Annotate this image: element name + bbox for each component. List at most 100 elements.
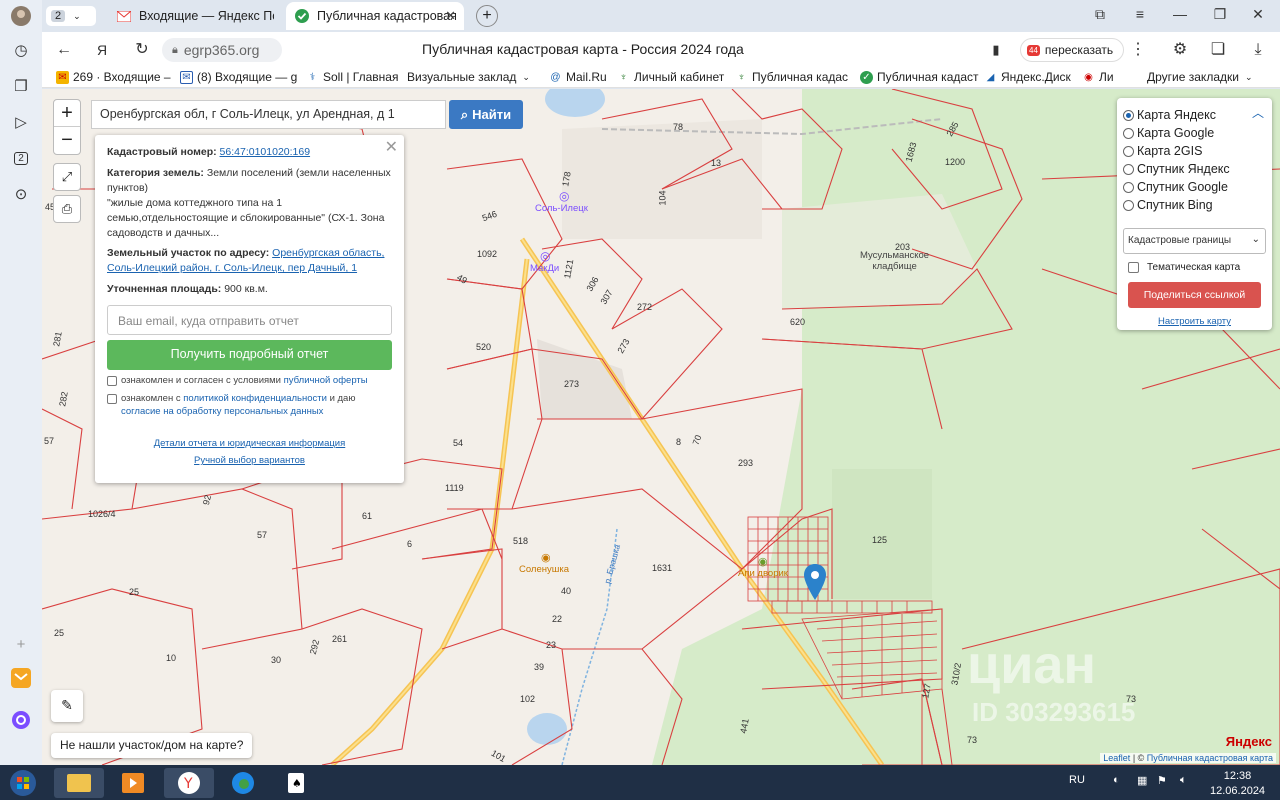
history-icon[interactable]: ◷: [9, 38, 33, 62]
privacy-checkbox[interactable]: [107, 393, 117, 404]
flag-icon[interactable]: ⚑: [1157, 774, 1167, 787]
details-link[interactable]: Детали отчета и юридическая информация: [154, 438, 346, 449]
get-report-button[interactable]: Получить подробный отчет: [107, 340, 392, 371]
cadastral-map-link[interactable]: Публичная кадастровая карта: [1147, 753, 1273, 763]
leaflet-link[interactable]: Leaflet: [1103, 753, 1130, 763]
other-bookmarks[interactable]: Другие закладки ⌄: [1147, 70, 1253, 84]
privacy-link[interactable]: политикой конфиденциальности: [183, 393, 327, 404]
layer-option-google-map[interactable]: Карта Google: [1123, 124, 1266, 142]
yandex-browser-icon[interactable]: Y: [164, 768, 214, 798]
close-tab-icon[interactable]: ✕: [445, 8, 456, 24]
poi-solenushka[interactable]: ◉ Соленушка: [519, 551, 569, 575]
address-search-input[interactable]: Оренбургская обл, г Соль-Илецк, ул Аренд…: [91, 100, 446, 129]
offer-checkbox[interactable]: [107, 376, 117, 387]
ruler-icon[interactable]: ✎: [51, 690, 83, 722]
tabs-count-icon[interactable]: 2: [9, 146, 33, 170]
personal-data-link[interactable]: согласие на обработку персональных данны…: [121, 406, 323, 417]
layer-option-yandex-map[interactable]: Карта Яндекс: [1123, 106, 1266, 124]
fullscreen-icon[interactable]: ⤢: [53, 163, 81, 191]
bookmark-icon[interactable]: ▮: [986, 40, 1006, 60]
cadastral-number-link[interactable]: 56:47:0101020:169: [220, 146, 311, 158]
bookmark-item[interactable]: ✉ 269 · Входящие –: [56, 70, 171, 84]
url-field[interactable]: 🔒︎ egrp365.org: [162, 38, 282, 62]
extension-icon[interactable]: ⚙: [1170, 40, 1190, 60]
layer-option-2gis-map[interactable]: Карта 2GIS: [1123, 142, 1266, 160]
minimize-icon[interactable]: —: [1170, 6, 1190, 22]
manual-selection-link[interactable]: Ручной выбор вариантов: [194, 455, 305, 466]
bookmark-item[interactable]: Визуальные заклад ⌄: [407, 70, 530, 84]
bookmark-item[interactable]: ⚕ Soll | Главная: [306, 70, 399, 84]
layer-label: Карта 2GIS: [1137, 144, 1203, 158]
find-button[interactable]: ⌕ Найти: [449, 100, 523, 129]
email-input[interactable]: Ваш email, куда отправить отчет: [107, 305, 392, 336]
tab-cadastral[interactable]: Публичная кадастровая ✕: [286, 2, 464, 30]
layer-option-bing-satellite[interactable]: Спутник Bing: [1123, 196, 1266, 214]
volume-icon[interactable]: 🔈︎: [1180, 774, 1187, 787]
poi-sol-iletsk[interactable]: ◎ Соль-Илецк: [535, 189, 588, 214]
edge-icon[interactable]: [218, 768, 268, 798]
clock[interactable]: 12:38 12.06.2024: [1210, 769, 1265, 799]
offer-link[interactable]: публичной оферты: [284, 375, 368, 386]
start-button-icon[interactable]: [0, 768, 46, 798]
bookmark-item[interactable]: ◢ Яндекс.Диск: [984, 70, 1071, 84]
poi-mak[interactable]: ◎ МакДи: [530, 249, 559, 274]
bookmark-item[interactable]: @ Mail.Ru: [549, 70, 606, 84]
zoom-out-button[interactable]: −: [54, 127, 80, 154]
play-icon[interactable]: ▷: [9, 110, 33, 134]
yandex-icon[interactable]: Я: [92, 40, 112, 60]
more-icon[interactable]: ⋮: [1128, 40, 1148, 60]
back-icon[interactable]: ←: [54, 40, 74, 60]
language-indicator[interactable]: RU: [1069, 774, 1085, 786]
print-icon[interactable]: ⎙: [53, 195, 81, 223]
poi-api[interactable]: ◉ Апи дворик: [738, 555, 788, 579]
alice-icon[interactable]: [9, 708, 33, 732]
bookmark-item[interactable]: ♆ Публичная кадас: [735, 70, 848, 84]
configure-map-link[interactable]: Настроить карту: [1123, 316, 1266, 327]
new-tab-button[interactable]: +: [476, 5, 498, 27]
solitaire-icon[interactable]: ♠: [272, 768, 322, 798]
mail-app-icon[interactable]: [9, 666, 33, 690]
bookmark-item[interactable]: ♆ Личный кабинет: [617, 70, 725, 84]
reload-icon[interactable]: ↻: [132, 40, 152, 60]
collections-button-icon[interactable]: ❏: [1208, 40, 1228, 60]
zoom-in-button[interactable]: +: [54, 100, 80, 127]
close-window-icon[interactable]: ✕: [1248, 6, 1268, 23]
poi-cemetery[interactable]: Мусульманское кладбище: [860, 241, 929, 272]
map-canvas[interactable]: 78 13 104 178 546 1092 49 1121 306 307 2…: [42, 89, 1280, 765]
profile-avatar[interactable]: [9, 4, 33, 28]
menu-icon[interactable]: ≡: [1130, 6, 1150, 22]
chevron-up-icon[interactable]: ︿: [1252, 104, 1264, 121]
edge-tray-icon[interactable]: ◐: [1113, 774, 1120, 786]
close-icon[interactable]: ✕: [385, 137, 398, 160]
chevron-down-icon: ⌄: [73, 10, 81, 21]
overlay-select[interactable]: Кадастровые границы ⌄: [1123, 228, 1266, 254]
retell-button[interactable]: 44 пересказать: [1020, 38, 1125, 62]
bookmark-label: Soll | Главная: [323, 70, 399, 84]
bookmark-item[interactable]: ◉ Ли: [1082, 70, 1113, 84]
thematic-toggle[interactable]: Тематическая карта: [1123, 262, 1266, 273]
share-link-button[interactable]: Поделиться ссылкой: [1128, 282, 1261, 308]
page-title: Публичная кадастровая карта - Россия 202…: [422, 41, 744, 57]
bookmark-item[interactable]: ✉ (8) Входящие — g: [180, 70, 297, 84]
restore-icon[interactable]: ❐: [1210, 6, 1230, 23]
add-icon[interactable]: +: [9, 632, 33, 656]
bookmark-item[interactable]: ✓ Публичная кадаст: [860, 70, 979, 84]
explorer-icon[interactable]: [54, 768, 104, 798]
parcel-label: 273: [564, 379, 580, 389]
mail-icon: ✉: [180, 70, 193, 84]
not-found-button[interactable]: Не нашли участок/дом на карте?: [51, 733, 253, 758]
tab-mail[interactable]: Входящие — Яндекс Почт: [108, 2, 282, 30]
layer-option-google-satellite[interactable]: Спутник Google: [1123, 178, 1266, 196]
download-icon[interactable]: ⤓: [1248, 40, 1268, 60]
camera-icon[interactable]: ⊙: [9, 182, 33, 206]
location-marker-icon[interactable]: [804, 564, 826, 603]
parcel-label: 102: [520, 694, 536, 704]
collections-icon[interactable]: ❐: [9, 74, 33, 98]
media-player-icon[interactable]: [108, 768, 158, 798]
layer-option-yandex-satellite[interactable]: Спутник Яндекс: [1123, 160, 1266, 178]
thematic-checkbox[interactable]: [1128, 262, 1139, 273]
tab-group-counter[interactable]: 2 ⌄: [46, 6, 96, 26]
network-icon[interactable]: ▦: [1137, 774, 1147, 787]
layer-label: Спутник Bing: [1137, 198, 1213, 212]
bookmark-panel-icon[interactable]: ⧉: [1090, 6, 1110, 23]
